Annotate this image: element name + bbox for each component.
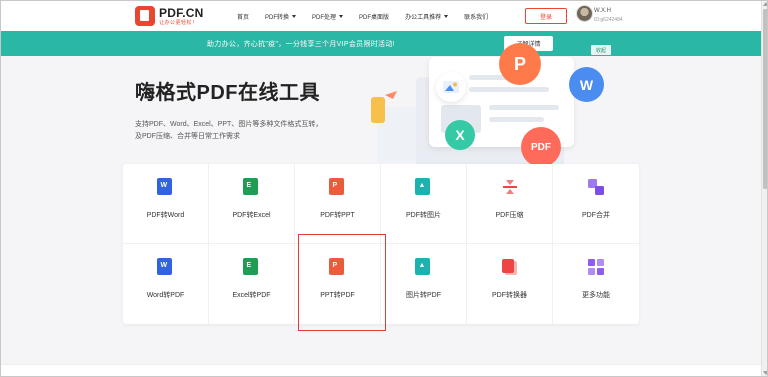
tool-3[interactable]: P PDF转PPT xyxy=(295,164,381,244)
page-footer-edge xyxy=(1,364,761,376)
page-title: 嗨格式PDF在线工具 xyxy=(135,82,320,104)
user-id: ID:g6242484 xyxy=(594,17,623,23)
image-icon: ▲ xyxy=(414,178,433,198)
site-logo[interactable]: PDF.CN 让办公更轻松！ xyxy=(135,6,204,26)
nav-item-home[interactable]: 首页 xyxy=(237,12,249,21)
chevron-down-icon xyxy=(339,14,344,18)
word-icon: W xyxy=(156,258,175,278)
compress-icon xyxy=(501,178,519,196)
converter-icon xyxy=(501,258,519,276)
tool-label: PDF压缩 xyxy=(495,212,524,219)
tool-label: Word转PDF xyxy=(146,292,185,299)
page-description: 支持PDF、Word、Excel、PPT、图片等多种文件格式互转，及PDF压缩、… xyxy=(135,121,323,140)
logo-title: PDF.CN xyxy=(159,5,204,20)
tool-label: Excel转PDF xyxy=(232,292,271,299)
tool-11[interactable]: PDF转换器 xyxy=(467,244,553,324)
tool-12[interactable]: 更多功能 xyxy=(553,244,639,324)
nav-item-pdf-process[interactable]: PDF处理 xyxy=(312,12,344,21)
tool-10[interactable]: ▲ 图片转PDF xyxy=(381,244,467,324)
paper-plane-icon xyxy=(385,91,397,99)
tool-label: PDF合并 xyxy=(582,212,610,219)
nav-item-contact[interactable]: 联系我们 xyxy=(464,12,488,21)
pdf-bubble-icon: PDF xyxy=(521,127,561,167)
excel-icon: E xyxy=(242,258,261,278)
scroll-down-icon[interactable] xyxy=(763,371,767,375)
tool-label: PDF转换器 xyxy=(492,292,527,299)
tool-label: 更多功能 xyxy=(582,292,610,299)
nav-item-pdf-desktop[interactable]: PDF桌面版 xyxy=(359,12,389,21)
tool-label: PDF转Word xyxy=(146,212,185,219)
pdf-logo-icon xyxy=(135,6,155,26)
chevron-down-icon xyxy=(292,14,297,18)
highlight-box xyxy=(298,234,386,331)
excel-bubble-icon: X xyxy=(445,120,475,150)
browser-window: PDF.CN 让办公更轻松！ 首页 PDF转换 PDF处理 PDF桌面版 办公工… xyxy=(0,0,768,377)
ppt-bubble-icon: P xyxy=(499,43,541,85)
scroll-up-icon[interactable] xyxy=(763,2,767,6)
zip-icon xyxy=(371,97,385,123)
vertical-scrollbar[interactable] xyxy=(761,1,767,376)
tool-6[interactable]: PDF合并 xyxy=(553,164,639,244)
logo-subtitle: 让办公更轻松！ xyxy=(159,19,198,26)
tool-2[interactable]: E PDF转Excel xyxy=(209,164,295,244)
grid-icon xyxy=(587,258,605,276)
avatar[interactable] xyxy=(576,5,593,22)
site-header: PDF.CN 让办公更轻松！ 首页 PDF转换 PDF处理 PDF桌面版 办公工… xyxy=(1,1,761,31)
tool-1[interactable]: W PDF转Word xyxy=(123,164,209,244)
tool-label: PDF转图片 xyxy=(406,212,441,219)
image-icon xyxy=(436,72,466,102)
main-nav: 首页 PDF转换 PDF处理 PDF桌面版 办公工具推荐 联系我们 xyxy=(237,1,504,31)
nav-item-pdf-convert[interactable]: PDF转换 xyxy=(265,12,297,21)
tool-label: PDF转PPT xyxy=(320,212,355,219)
ppt-icon: P xyxy=(328,178,347,198)
image-icon: ▲ xyxy=(414,258,433,278)
merge-icon xyxy=(587,178,605,196)
chevron-down-icon xyxy=(444,14,449,18)
tool-label: PDF转Excel xyxy=(232,212,271,219)
tool-4[interactable]: ▲ PDF转图片 xyxy=(381,164,467,244)
word-icon: W xyxy=(156,178,175,198)
word-bubble-icon: W xyxy=(569,67,604,102)
nav-item-office-tools[interactable]: 办公工具推荐 xyxy=(405,12,449,21)
tool-label: 图片转PDF xyxy=(406,292,441,299)
tool-7[interactable]: W Word转PDF xyxy=(123,244,209,324)
hero-illustration: P W X PDF xyxy=(361,37,604,172)
scrollbar-thumb[interactable] xyxy=(763,9,767,189)
tool-5[interactable]: PDF压缩 xyxy=(467,164,553,244)
login-button[interactable]: 登录 xyxy=(525,8,567,24)
excel-icon: E xyxy=(242,178,261,198)
user-name[interactable]: W.X.H xyxy=(594,8,611,14)
tool-8[interactable]: E Excel转PDF xyxy=(209,244,295,324)
